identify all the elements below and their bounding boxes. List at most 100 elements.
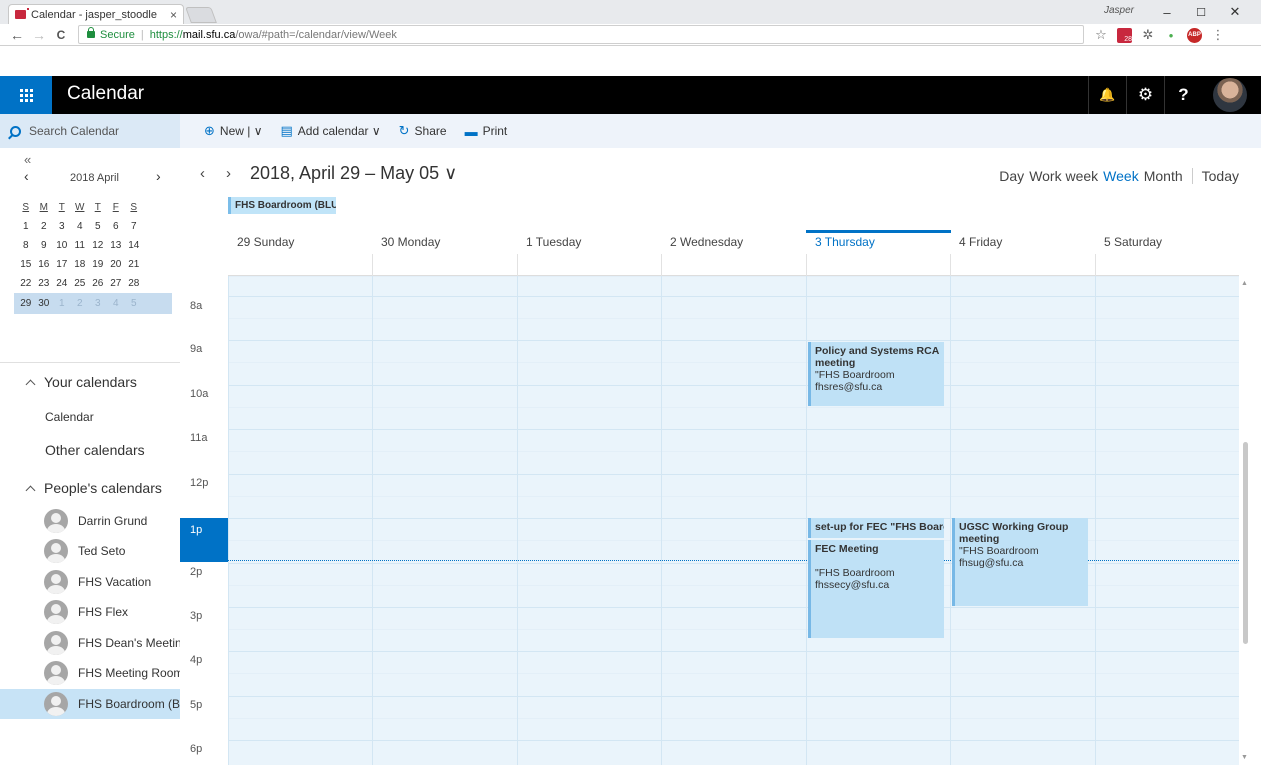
mini-day[interactable]: 23 xyxy=(36,278,52,289)
bookmark-star-icon[interactable]: ☆ xyxy=(1094,27,1108,43)
user-avatar[interactable] xyxy=(1213,78,1247,112)
day-header[interactable]: 4 Friday xyxy=(950,230,1095,254)
day-header[interactable]: 2 Wednesday xyxy=(661,230,806,254)
print-button[interactable]: ▬ Print xyxy=(465,124,508,139)
day-header[interactable]: 1 Tuesday xyxy=(517,230,662,254)
collapse-pane-icon[interactable]: « xyxy=(24,152,31,167)
address-bar[interactable]: Secure | https:// mail.sfu.ca /owa/#path… xyxy=(78,25,1084,44)
view-day-button[interactable]: Day xyxy=(999,168,1024,184)
app-launcher-button[interactable] xyxy=(0,76,52,114)
maximize-button[interactable]: ☐ xyxy=(1186,2,1216,22)
day-header[interactable]: 5 Saturday xyxy=(1095,230,1240,254)
minimize-button[interactable]: – xyxy=(1152,2,1182,22)
new-event-button[interactable]: ⊕ New | ∨ xyxy=(204,123,262,139)
search-calendar-input[interactable]: Search Calendar xyxy=(0,114,180,148)
person-fhs-deans-meeting[interactable]: FHS Dean's Meeting xyxy=(0,628,180,658)
scroll-up-arrow[interactable]: ▲ xyxy=(1241,280,1248,287)
view-work-week-button[interactable]: Work week xyxy=(1029,168,1098,184)
reload-button[interactable]: C xyxy=(50,25,72,45)
mini-day[interactable]: 18 xyxy=(72,259,88,270)
mini-day[interactable]: 6 xyxy=(108,221,124,232)
mini-day[interactable]: 12 xyxy=(90,240,106,251)
event-setup-fec[interactable]: set-up for FEC "FHS Boarc xyxy=(808,518,944,538)
mini-day[interactable]: 17 xyxy=(54,259,70,270)
person-fhs-boardroom[interactable]: FHS Boardroom (BLU xyxy=(0,689,180,719)
adblock-icon[interactable]: ABP xyxy=(1187,27,1202,43)
mini-day[interactable]: 20 xyxy=(108,259,124,270)
mini-day[interactable]: 1 xyxy=(54,298,70,309)
scroll-down-arrow[interactable]: ▼ xyxy=(1241,754,1248,761)
mini-day[interactable]: 2 xyxy=(72,298,88,309)
share-button[interactable]: ↻ Share xyxy=(399,123,447,139)
mini-day[interactable]: 4 xyxy=(108,298,124,309)
settings-gear-icon[interactable]: ⚙ xyxy=(1126,76,1164,114)
mini-day[interactable]: 5 xyxy=(126,298,142,309)
person-darrin-grund[interactable]: Darrin Grund xyxy=(0,506,180,536)
browser-tab-calendar[interactable]: Calendar - jasper_stoodle × xyxy=(8,4,184,24)
extension-dots-icon[interactable]: • xyxy=(1164,28,1178,43)
mini-day[interactable]: 5 xyxy=(90,221,106,232)
prev-week-button[interactable]: ‹ xyxy=(200,165,205,182)
mini-week-row-selected[interactable]: 29 30 1 2 3 4 5 xyxy=(14,293,172,314)
mini-day[interactable]: 8 xyxy=(18,240,34,251)
profile-name[interactable]: Jasper xyxy=(1104,5,1134,16)
person-fhs-meeting-room[interactable]: FHS Meeting Room ( xyxy=(0,658,180,688)
mini-day[interactable]: 24 xyxy=(54,278,70,289)
mini-day[interactable]: 9 xyxy=(36,240,52,251)
peoples-calendars-group[interactable]: People's calendars xyxy=(25,480,162,496)
extension-gear-icon[interactable]: ✲ xyxy=(1141,27,1155,43)
mini-day[interactable]: 27 xyxy=(108,278,124,289)
back-button[interactable]: ← xyxy=(6,25,28,45)
mini-day[interactable]: 14 xyxy=(126,240,142,251)
help-icon[interactable]: ? xyxy=(1164,76,1202,114)
other-calendars-item[interactable]: Other calendars xyxy=(45,442,145,458)
mini-day[interactable]: 3 xyxy=(54,221,70,232)
view-week-button[interactable]: Week xyxy=(1103,168,1139,184)
all-day-row[interactable] xyxy=(228,254,1239,276)
mini-next-month-button[interactable]: › xyxy=(156,168,161,184)
person-ted-seto[interactable]: Ted Seto xyxy=(0,536,180,566)
mini-day[interactable]: 19 xyxy=(90,259,106,270)
date-range-title[interactable]: 2018, April 29 – May 05 ∨ xyxy=(250,163,457,184)
mini-day[interactable]: 28 xyxy=(126,278,142,289)
mini-day[interactable]: 13 xyxy=(108,240,124,251)
mini-day[interactable]: 3 xyxy=(90,298,106,309)
close-window-button[interactable]: ✕ xyxy=(1220,2,1250,22)
mini-day[interactable]: 1 xyxy=(18,221,34,232)
notification-bell-icon[interactable]: 🔔 xyxy=(1088,76,1126,114)
mini-day[interactable]: 29 xyxy=(18,298,34,309)
mini-month-label[interactable]: 2018 April xyxy=(70,172,119,184)
mini-day[interactable]: 30 xyxy=(36,298,52,309)
calendar-item[interactable]: Calendar xyxy=(45,410,94,424)
mini-day[interactable]: 15 xyxy=(18,259,34,270)
mini-day[interactable]: 22 xyxy=(18,278,34,289)
calendar-chip[interactable]: FHS Boardroom (BLU xyxy=(228,197,336,214)
today-button[interactable]: Today xyxy=(1202,168,1239,184)
day-header[interactable]: 29 Sunday xyxy=(228,230,373,254)
event-fec-meeting[interactable]: FEC Meeting "FHS Boardroom fhssecy@sfu.c… xyxy=(808,540,944,638)
mini-day[interactable]: 21 xyxy=(126,259,142,270)
forward-button[interactable]: → xyxy=(28,25,50,45)
view-month-button[interactable]: Month xyxy=(1144,168,1183,184)
day-header-today[interactable]: 3 Thursday xyxy=(806,230,951,254)
mini-day[interactable]: 4 xyxy=(72,221,88,232)
next-week-button[interactable]: › xyxy=(226,165,231,182)
event-policy-systems-rca[interactable]: Policy and Systems RCA meeting "FHS Boar… xyxy=(808,342,944,406)
tab-close-icon[interactable]: × xyxy=(170,8,177,22)
mini-day[interactable]: 16 xyxy=(36,259,52,270)
mini-day[interactable]: 11 xyxy=(72,240,88,251)
day-header[interactable]: 30 Monday xyxy=(372,230,517,254)
days-area[interactable]: Policy and Systems RCA meeting "FHS Boar… xyxy=(228,276,1239,765)
mini-day[interactable]: 7 xyxy=(126,221,142,232)
grid-scrollbar-thumb[interactable] xyxy=(1243,442,1248,644)
add-calendar-button[interactable]: ▤ Add calendar ∨ xyxy=(280,123,380,139)
person-fhs-flex[interactable]: FHS Flex xyxy=(0,597,180,627)
your-calendars-group[interactable]: Your calendars xyxy=(25,374,137,390)
browser-menu-icon[interactable]: ⋮ xyxy=(1211,27,1225,43)
mini-day[interactable]: 10 xyxy=(54,240,70,251)
new-tab-button[interactable] xyxy=(185,7,217,23)
mini-day[interactable]: 26 xyxy=(90,278,106,289)
person-fhs-vacation[interactable]: FHS Vacation xyxy=(0,567,180,597)
mini-prev-month-button[interactable]: ‹ xyxy=(24,168,29,184)
mini-day[interactable]: 2 xyxy=(36,221,52,232)
